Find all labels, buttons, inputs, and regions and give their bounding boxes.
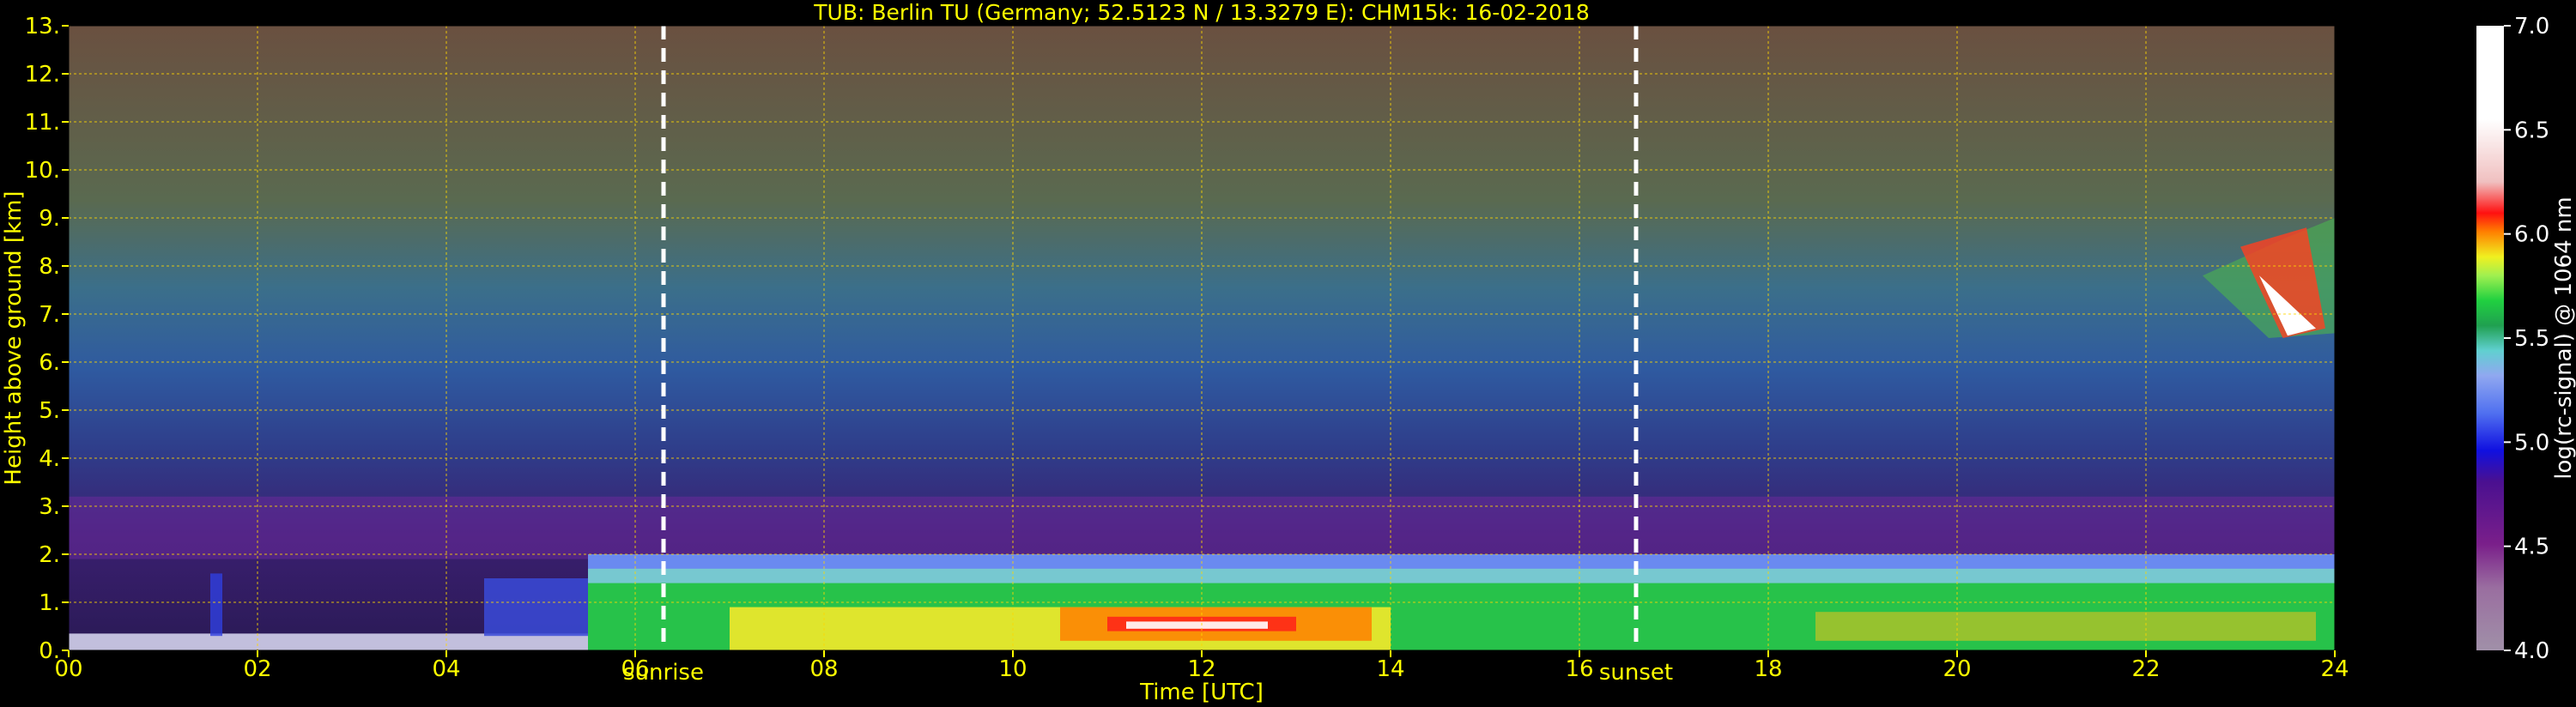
x-tick-label: 08 bbox=[809, 656, 838, 682]
sunset-label: sunset bbox=[1599, 660, 1673, 686]
y-tick-label: 9. bbox=[39, 206, 60, 232]
y-axis: 0. 1. 2. 3. 4. 5. 6. 7. 8. 9. 10. 11. 12. 13. bbox=[25, 14, 69, 664]
x-tick-label: 04 bbox=[432, 656, 460, 682]
colorbar-tick-label: 6.5 bbox=[2514, 118, 2549, 143]
y-tick-label: 2. bbox=[39, 542, 60, 568]
colorbar-ticks: 4.0 4.5 5.0 5.5 6.0 6.5 7.0 bbox=[2504, 14, 2549, 664]
x-tick-label: 10 bbox=[998, 656, 1027, 682]
x-tick-label: 24 bbox=[2320, 656, 2349, 682]
x-tick-label: 02 bbox=[243, 656, 271, 682]
x-tick-label: 14 bbox=[1376, 656, 1404, 682]
x-tick-label: 06 bbox=[621, 656, 649, 682]
colorbar bbox=[2476, 26, 2504, 650]
y-tick-label: 6. bbox=[39, 350, 60, 376]
x-tick-label: 22 bbox=[2131, 656, 2160, 682]
y-tick-label: 11. bbox=[25, 110, 60, 136]
x-tick-label: 18 bbox=[1754, 656, 1782, 682]
colorbar-tick-label: 5.0 bbox=[2514, 430, 2549, 456]
bl-white-core bbox=[1126, 621, 1268, 629]
y-tick-label: 12. bbox=[25, 62, 60, 88]
y-tick-label: 10. bbox=[25, 158, 60, 184]
y-tick-label: 13. bbox=[25, 14, 60, 39]
colorbar-label: log(rc-signal) @ 1064 nm bbox=[2551, 196, 2576, 479]
y-tick-label: 5. bbox=[39, 398, 60, 424]
night-surface-layer bbox=[69, 633, 588, 650]
colorbar-tick-label: 4.5 bbox=[2514, 535, 2549, 560]
x-axis: 00 02 04 06 08 10 12 14 16 18 20 22 24 bbox=[54, 650, 2349, 682]
night-plume bbox=[210, 573, 222, 637]
x-axis-label: Time [UTC] bbox=[1139, 680, 1264, 705]
colorbar-tick-label: 7.0 bbox=[2514, 14, 2549, 39]
x-tick-label: 16 bbox=[1565, 656, 1593, 682]
colorbar-tick-label: 6.0 bbox=[2514, 222, 2549, 248]
colorbar-tick-label: 4.0 bbox=[2514, 638, 2549, 664]
chart-title: TUB: Berlin TU (Germany; 52.5123 N / 13.… bbox=[813, 0, 1590, 25]
bl-evening-yellow bbox=[1815, 612, 2316, 641]
y-tick-label: 8. bbox=[39, 254, 60, 280]
y-tick-label: 1. bbox=[39, 590, 60, 616]
x-tick-label: 12 bbox=[1187, 656, 1215, 682]
y-tick-label: 3. bbox=[39, 494, 60, 520]
ceilometer-chart: sunrise sunset 00 02 04 06 08 10 12 14 16 18 20 22 24… bbox=[1, 0, 2576, 705]
early-aerosol-layer bbox=[484, 578, 588, 637]
colorbar-tick-label: 5.5 bbox=[2514, 326, 2549, 352]
y-tick-label: 0. bbox=[39, 638, 60, 664]
x-tick-label: 20 bbox=[1943, 656, 1971, 682]
y-axis-label: Height above ground [km] bbox=[1, 190, 27, 485]
y-tick-label: 7. bbox=[39, 302, 60, 328]
y-tick-label: 4. bbox=[39, 446, 60, 472]
